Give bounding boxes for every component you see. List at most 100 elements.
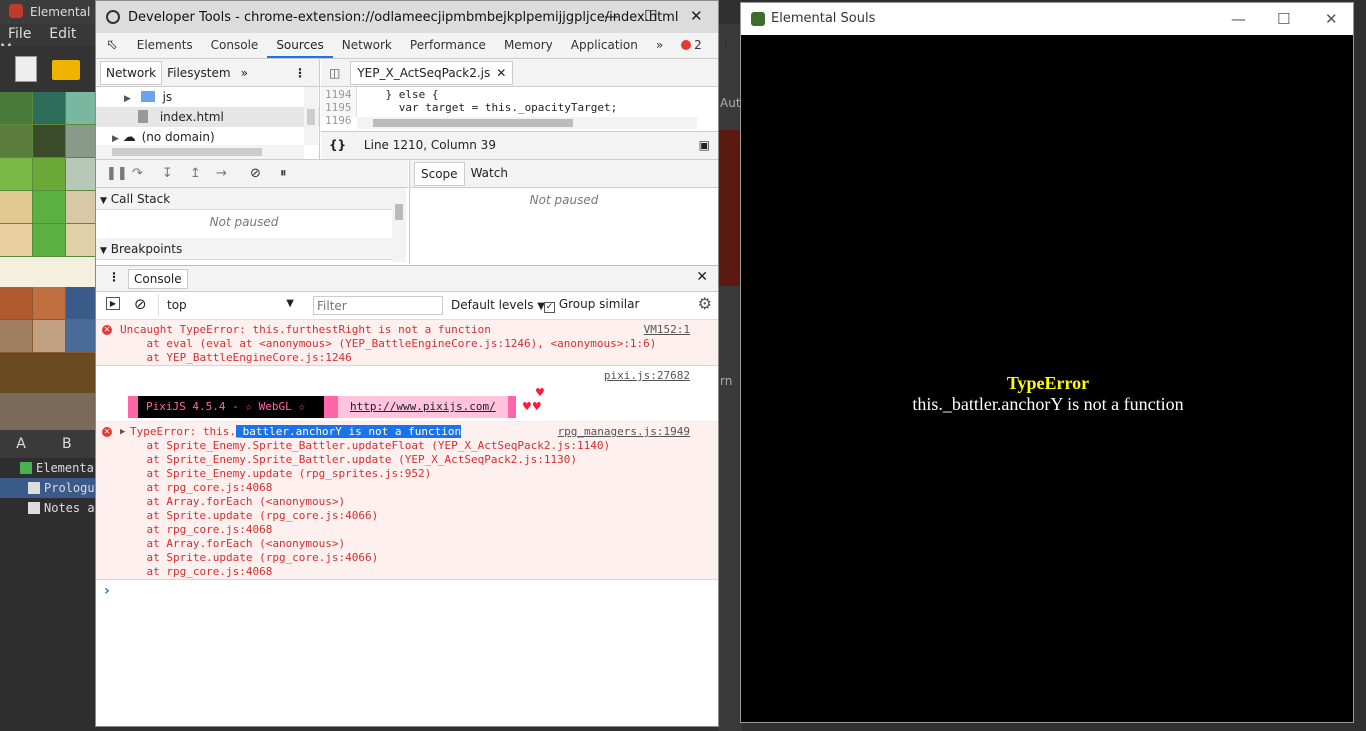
step-over-icon[interactable]: ↷ [132,166,143,181]
group-similar-checkbox[interactable]: ✓ Group similar [544,297,639,313]
game-error-heading: TypeError [1006,373,1090,393]
pause-icon[interactable]: ❚❚ [106,166,128,181]
context-select[interactable]: top ▼ [158,294,300,316]
console-toolbar: ▶ ⊘ top▼ Default levels ▼ ✓ Group simila… [96,292,718,320]
pause-on-exceptions-icon[interactable]: ⏸ [280,166,287,181]
debugger-toolbar: ❚❚ ↷ ↧ ↥ → ⊘ ⏸ [96,160,408,188]
step-into-icon[interactable]: ↧ [162,166,173,181]
map-icon [28,482,40,494]
pixi-source-link[interactable]: pixi.js:27682 [604,369,690,382]
drawer-menu-icon[interactable]: ⋮ [108,270,120,284]
new-project-icon[interactable] [15,56,37,82]
maximize-button[interactable]: ☐ [644,7,657,25]
code-content[interactable]: } else { var target = this._opacityTarge… [359,88,617,114]
sidebar-toggle-icon[interactable]: ▶ [106,297,120,310]
line-numbers: 1194 1195 1196 [325,88,352,127]
layer-tabs: A B [0,430,100,458]
tab-network[interactable]: Network [333,33,401,58]
navigator-scrollbar[interactable] [304,87,318,145]
menu-file[interactable]: File [8,26,31,42]
folder-icon [140,91,155,102]
more-tabs-button[interactable]: » [647,33,672,58]
tree-item-project[interactable]: Elementa [0,458,100,478]
navigator-hscrollbar[interactable] [96,145,304,159]
close-button[interactable]: ✕ [1325,3,1338,35]
console-error-message[interactable]: ✕ Uncaught TypeError: this.furthestRight… [96,320,718,366]
heart-icon: ♥♥ [522,400,542,413]
pixi-banner-text: PixiJS 4.5.4 - ☆ WebGL ☆ [138,396,324,418]
minimize-button[interactable]: — [604,7,619,25]
tab-console[interactable]: Console [202,33,268,58]
editor-file-tab[interactable]: YEP_X_ActSeqPack2.js ✕ [350,60,514,85]
console-error-message[interactable]: ✕ ▶ TypeError: this._battler.anchorY is n… [96,422,718,580]
error-icon: ✕ [102,325,112,335]
inspect-element-icon[interactable]: ⬁ [96,33,128,58]
tree-item-prologue[interactable]: Prologu [0,478,100,498]
error-source-link[interactable]: VM152:1 [644,323,690,336]
game-app-icon [751,12,765,26]
expand-arrow-icon: ▶ [112,134,119,144]
log-levels-select[interactable]: Default levels ▼ [451,298,545,312]
layer-tab-b[interactable]: B [46,430,88,458]
console-prompt[interactable]: › [96,580,718,604]
error-icon [681,40,692,50]
coverage-icon[interactable]: ▣ [699,132,710,159]
nav-tab-filesystem[interactable]: Filesystem [162,66,235,80]
map-tree: Elementa Prologu Notes a [0,458,100,731]
deactivate-breakpoints-icon[interactable]: ⊘ [250,166,261,181]
pretty-print-button[interactable]: {} [329,138,346,152]
toggle-navigator-icon[interactable]: ◫ [329,66,340,80]
menu-edit[interactable]: Edit [49,26,76,42]
tree-folder-js[interactable]: ▶ js [96,87,319,107]
close-button[interactable]: ✕ [690,7,703,25]
tab-scope[interactable]: Scope [414,161,465,186]
console-settings-gear-icon[interactable]: ⚙ [698,294,712,313]
devtools-panel-tabs: ⬁ Elements Console Sources Network Perfo… [96,33,732,59]
layer-tab-a[interactable]: A [0,430,42,458]
nav-more-button[interactable]: » [236,66,253,80]
tab-performance[interactable]: Performance [401,33,495,58]
tab-sources[interactable]: Sources [267,33,333,58]
devtools-titlebar: Developer Tools - chrome-extension://odl… [96,1,718,33]
open-folder-icon[interactable] [52,60,80,80]
expand-arrow-icon[interactable]: ▶ [120,425,125,439]
error-counter[interactable]: 2 [672,33,711,58]
tab-application[interactable]: Application [562,33,647,58]
drawer-tab-console[interactable]: Console [128,269,188,289]
cursor-position: Line 1210, Column 39 [363,138,496,152]
game-window: Elemental Souls — ☐ ✕ TypeError this._ba… [740,2,1354,723]
debugger-pane: ❚❚ ↷ ↧ ↥ → ⊘ ⏸ ▼ Call Stack Not paused ▼… [96,159,718,264]
debugger-scrollbar[interactable] [392,188,406,262]
tab-memory[interactable]: Memory [495,33,562,58]
tileset-palette-lower[interactable] [0,287,100,430]
nav-menu-icon[interactable]: ⋮ [289,66,311,80]
drawer-close-icon[interactable]: ✕ [696,269,708,285]
tree-item-notes[interactable]: Notes a [0,498,100,518]
maximize-button[interactable]: ☐ [1277,3,1290,35]
clear-console-icon[interactable]: ⊘ [134,295,147,313]
close-tab-icon[interactable]: ✕ [496,66,506,80]
console-drawer: ⋮ Console ✕ ▶ ⊘ top▼ Default levels ▼ ✓ … [96,265,718,726]
tab-elements[interactable]: Elements [128,33,202,58]
map-icon [28,502,40,514]
tab-watch[interactable]: Watch [465,160,514,187]
devtools-window: Developer Tools - chrome-extension://odl… [95,0,732,727]
error-source-link[interactable]: rpg_managers.js:1949 [558,425,690,438]
dropdown-arrow-icon: ▼ [286,298,294,309]
minimize-button[interactable]: — [1231,3,1246,35]
editor-hscrollbar[interactable] [357,117,697,129]
tree-no-domain[interactable]: ▶ ☁ (no domain) [96,127,319,147]
nav-tab-network[interactable]: Network [100,60,163,85]
breakpoints-header[interactable]: ▼ Breakpoints [96,238,392,260]
console-filter-input[interactable] [313,296,443,315]
tileset-palette-upper[interactable] [0,92,100,287]
pixi-url-link[interactable]: http://www.pixijs.com/ [350,400,496,413]
step-icon[interactable]: → [216,166,227,181]
tree-file-index[interactable]: index.html [96,107,319,127]
call-stack-header[interactable]: ▼ Call Stack [96,188,392,210]
app-logo-icon [9,4,23,18]
editor-toolbar [0,46,100,92]
step-out-icon[interactable]: ↥ [190,166,201,181]
game-error-message: this._battler.anchorY is not a function [912,394,1184,414]
kebab-menu-icon[interactable]: ⋮ [711,33,741,58]
